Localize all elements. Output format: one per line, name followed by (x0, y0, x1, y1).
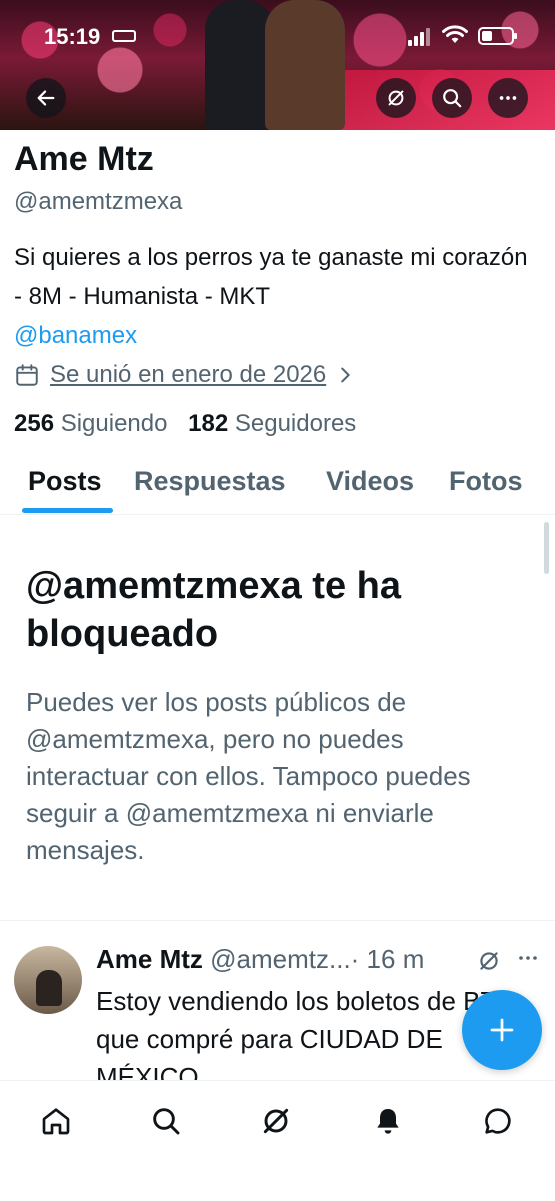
tweet-time: · 16 m (350, 944, 425, 974)
chevron-right-icon (341, 367, 350, 383)
tweet-author-name[interactable]: Ame Mtz (96, 944, 203, 974)
cellular-signal-icon (408, 28, 430, 46)
bell-icon (377, 1109, 399, 1134)
profile-name: Ame Mtz (14, 140, 154, 178)
following-link[interactable]: 256 Siguiendo (14, 410, 167, 437)
grok-icon (263, 1108, 289, 1134)
grok-icon (388, 90, 404, 106)
followers-link[interactable]: 182 Seguidores (188, 410, 356, 437)
arrow-left-icon (37, 90, 55, 106)
avatar[interactable] (14, 946, 82, 1014)
nav-explore[interactable] (148, 1103, 184, 1139)
nav-home[interactable] (38, 1103, 74, 1139)
followers-label: Seguidores (234, 410, 357, 437)
nav-grok[interactable] (258, 1103, 294, 1139)
nav-messages[interactable] (480, 1103, 516, 1139)
tweet-header: Ame Mtz @amemtz...· 16 m (96, 944, 424, 975)
back-button[interactable] (26, 78, 66, 118)
bio-text: Si quieres a los perros ya te ganaste mi… (14, 244, 528, 310)
tweet-author-handle[interactable]: @amemtz... (210, 944, 351, 974)
followers-count: 182 (188, 410, 229, 437)
following-label: Siguiendo (60, 410, 168, 437)
more-icon[interactable] (516, 946, 540, 970)
tab-replies[interactable]: Respuestas (134, 466, 286, 497)
joined-date[interactable]: Se unió en enero de 2026 (14, 361, 356, 389)
wifi-icon (442, 25, 468, 43)
more-options-button[interactable] (488, 78, 528, 118)
following-count: 256 (14, 410, 55, 437)
tab-photos[interactable]: Fotos (449, 466, 523, 497)
active-tab-indicator (22, 508, 113, 513)
profile-bio: Si quieres a los perros ya te ganaste mi… (14, 238, 539, 355)
joined-text: Se unió en enero de 2026 (50, 361, 327, 388)
status-time: 15:19 (44, 24, 101, 49)
tab-posts[interactable]: Posts (28, 466, 102, 497)
tab-videos[interactable]: Videos (326, 466, 414, 497)
search-button[interactable] (432, 78, 472, 118)
divider (0, 920, 555, 921)
tweet-text[interactable]: Estoy vendiendo los boletos de BTS que c… (96, 982, 516, 1080)
plus-icon (490, 1018, 514, 1042)
calendar-icon (16, 364, 38, 386)
bottom-navigation (0, 1080, 555, 1201)
battery-icon (478, 27, 517, 45)
more-icon (499, 96, 517, 100)
blocked-description: Puedes ver los posts públicos de @amemtz… (26, 687, 471, 865)
chat-icon (485, 1108, 511, 1134)
compose-button[interactable] (462, 990, 542, 1070)
status-bar: 15:19 (0, 0, 555, 70)
scrollbar[interactable] (544, 522, 549, 574)
blocked-title: @amemtzmexa te ha bloqueado (26, 565, 401, 655)
profile-tabs: Posts Respuestas Videos Fotos (0, 460, 555, 515)
grok-button[interactable] (376, 78, 416, 118)
home-icon (42, 1108, 70, 1135)
grok-icon[interactable] (476, 948, 502, 974)
sleep-mode-icon (112, 30, 136, 42)
bio-mention-link[interactable]: @banamex (14, 316, 539, 355)
search-icon (153, 1108, 180, 1135)
search-icon (443, 89, 462, 108)
nav-notifications[interactable] (370, 1103, 406, 1139)
profile-handle: @amemtzmexa (14, 188, 183, 215)
follow-stats: 256 Siguiendo 182 Seguidores (14, 410, 356, 438)
